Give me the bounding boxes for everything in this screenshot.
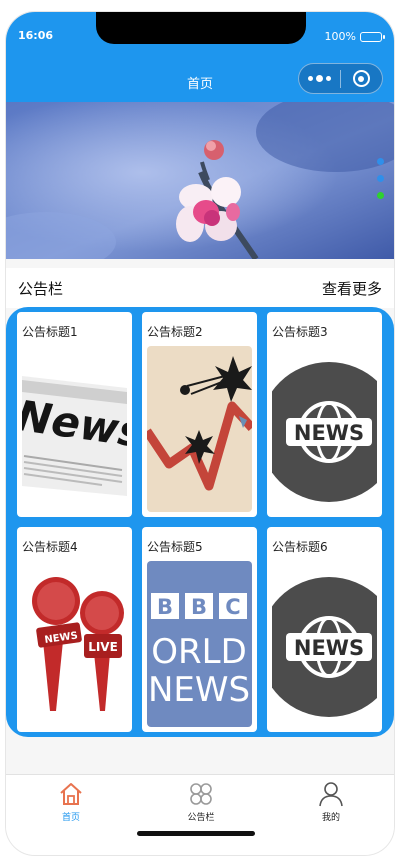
carousel-indicators xyxy=(377,158,384,199)
chart-explosion-image xyxy=(147,346,252,512)
target-icon xyxy=(352,70,370,87)
news-globe-image: NEWS xyxy=(272,561,377,727)
card-title: 公告标题4 xyxy=(22,540,78,554)
tab-bar: 首页 公告栏 我的 xyxy=(6,774,394,855)
home-indicator xyxy=(137,831,255,836)
close-program-button[interactable] xyxy=(341,70,382,87)
svg-text:C: C xyxy=(225,595,240,619)
card-title: 公告标题2 xyxy=(147,325,203,339)
tab-bulletin-label: 公告栏 xyxy=(187,813,215,823)
bbc-world-news-image: B B C ORLD NEWS xyxy=(147,561,252,727)
tab-bulletin[interactable]: 公告栏 xyxy=(161,779,241,823)
bulletin-card[interactable]: 公告标题4 NEWS LIVE xyxy=(17,527,132,732)
home-icon xyxy=(31,779,111,809)
bulletin-card[interactable]: 公告标题6 NEWS xyxy=(267,527,382,732)
svg-text:B: B xyxy=(191,595,207,619)
svg-text:B: B xyxy=(157,595,173,619)
battery-indicator: 100% xyxy=(324,30,385,43)
more-dot-icon xyxy=(308,76,313,81)
banner-carousel[interactable] xyxy=(6,102,394,259)
bulletin-card[interactable]: 公告标题5 B B C ORLD NEWS xyxy=(142,527,257,732)
more-dot-icon xyxy=(326,76,331,81)
bulletin-header: 公告栏 查看更多 xyxy=(6,268,394,308)
bulletin-title: 公告栏 xyxy=(18,279,64,298)
svg-text:NEWS: NEWS xyxy=(148,670,250,710)
tab-mine[interactable]: 我的 xyxy=(291,779,371,823)
battery-icon xyxy=(360,31,385,42)
svg-text:LIVE: LIVE xyxy=(88,640,118,654)
tab-mine-label: 我的 xyxy=(321,813,340,823)
grid-icon xyxy=(161,779,241,809)
newspaper-image: News xyxy=(22,346,127,512)
bulletin-card[interactable]: 公告标题3 NEWS xyxy=(267,312,382,517)
bulletin-panel: 公告标题1 News 公告标题2 公告标题3 NEWS 公告标题4 NEWS L… xyxy=(6,307,394,737)
carousel-dot-active[interactable] xyxy=(377,192,384,199)
tab-home-label: 首页 xyxy=(61,813,80,823)
svg-text:NEWS: NEWS xyxy=(294,636,364,660)
navigation-bar: 首页 xyxy=(6,62,394,102)
news-microphone-image: NEWS LIVE xyxy=(22,561,127,727)
battery-percent: 100% xyxy=(324,30,356,43)
banner-image xyxy=(6,102,394,259)
carousel-dot[interactable] xyxy=(377,175,384,182)
card-title: 公告标题5 xyxy=(147,540,203,554)
svg-text:NEWS: NEWS xyxy=(294,421,364,445)
news-globe-image: NEWS xyxy=(272,346,377,512)
bulletin-card[interactable]: 公告标题1 News xyxy=(17,312,132,517)
mini-program-capsule xyxy=(298,63,383,94)
camera-notch xyxy=(96,12,306,44)
card-title: 公告标题1 xyxy=(22,325,78,339)
bulletin-card[interactable]: 公告标题2 xyxy=(142,312,257,517)
card-title: 公告标题3 xyxy=(272,325,328,339)
more-menu-button[interactable] xyxy=(299,75,340,82)
phone-frame: 16:06 100% 首页 公告栏 查看更多 公告标题1 News 公告标题2 … xyxy=(5,11,395,856)
status-time: 16:06 xyxy=(18,29,54,42)
more-dot-icon xyxy=(316,75,323,82)
carousel-dot[interactable] xyxy=(377,158,384,165)
person-icon xyxy=(291,779,371,809)
view-more-link[interactable]: 查看更多 xyxy=(322,278,382,299)
card-title: 公告标题6 xyxy=(272,540,328,554)
svg-text:ORLD: ORLD xyxy=(151,632,247,672)
tab-home[interactable]: 首页 xyxy=(31,779,111,823)
